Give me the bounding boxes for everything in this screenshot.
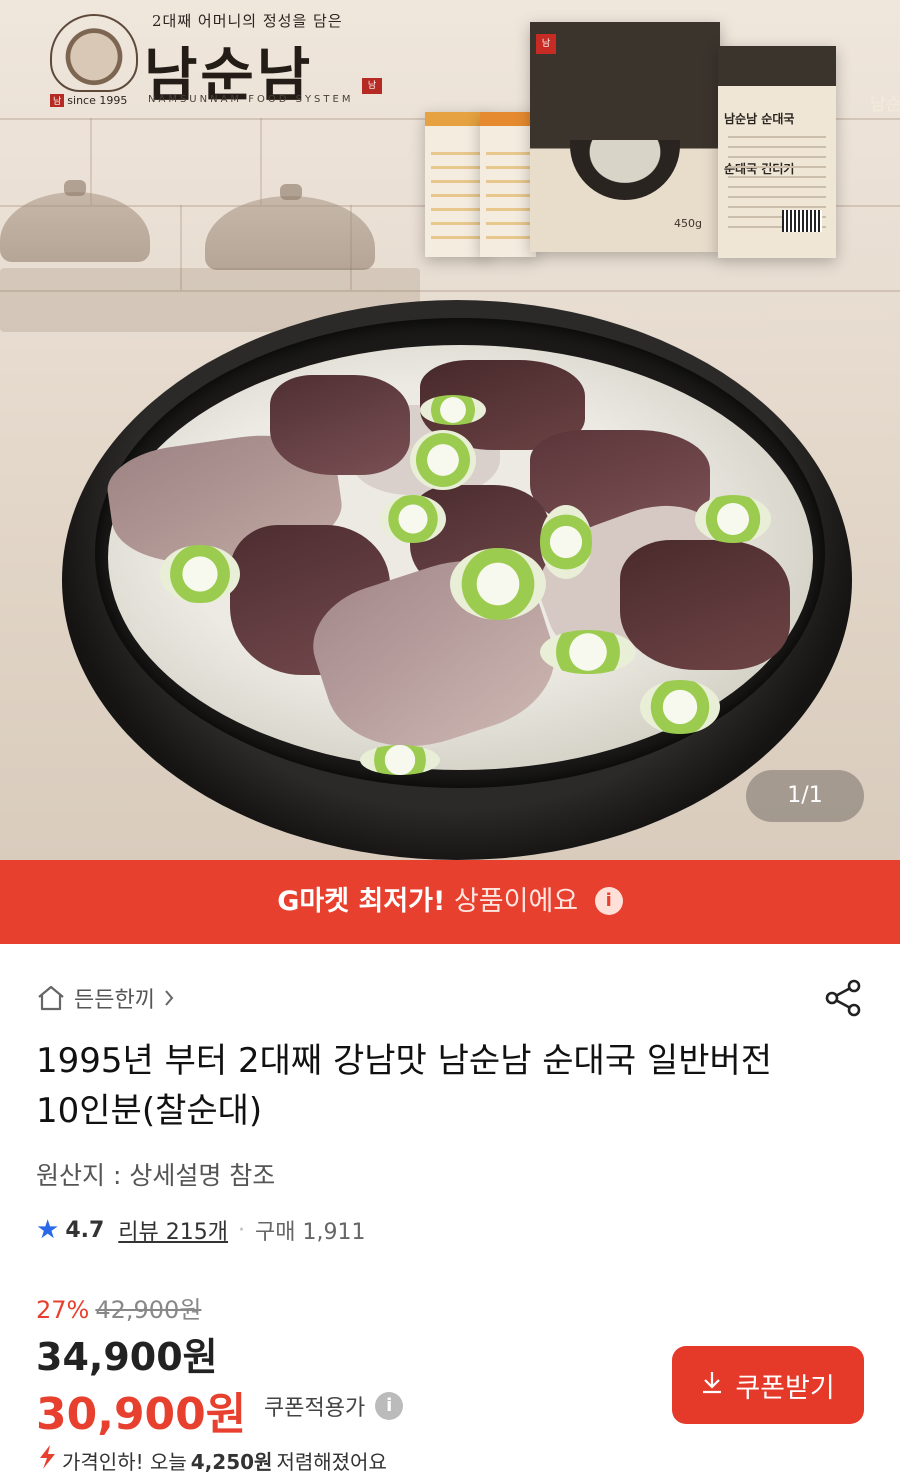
rating-row: ★ 4.7 리뷰 215개 · 구매 1,911 — [36, 1214, 365, 1246]
purchase-count: 구매 1,911 — [255, 1220, 366, 1245]
get-coupon-button[interactable]: 쿠폰받기 — [672, 1346, 864, 1424]
soup-green-onion — [540, 630, 636, 674]
brand-logo: 2대째 어머니의 정성을 담은 남순남 NAMSUNNAM FOOD SYSTE… — [40, 6, 382, 109]
price-drop-notice: 가격인하! 오늘 4,250원 저렴해졌어요 — [36, 1444, 387, 1476]
lowest-price-banner[interactable]: G마켓 최저가! 상품이에요 i — [0, 860, 900, 944]
brand-since-text: since 1995 — [67, 94, 128, 107]
soup-green-onion — [450, 548, 546, 620]
soup-green-onion — [360, 745, 440, 775]
promo-tail-text: 상품이에요 — [453, 886, 579, 917]
brand-mark: 남 — [50, 94, 65, 107]
down-arrow-icon — [36, 1444, 58, 1476]
chevron-right-icon — [163, 988, 175, 1008]
package-broth: 남 남순남 순대국 육수 450g — [530, 22, 900, 252]
package-seasoning-a — [425, 112, 487, 257]
separator-dot: · — [238, 1217, 246, 1243]
home-icon — [36, 984, 66, 1012]
package-weight: 450g — [674, 217, 702, 230]
product-origin: 원산지 : 상세설명 참조 — [36, 1161, 276, 1190]
info-icon[interactable]: i — [594, 886, 623, 915]
star-icon: ★ — [36, 1215, 60, 1245]
soup-sundae — [620, 540, 790, 670]
discount-percent: 27% — [36, 1296, 90, 1324]
price-drop-suffix: 저렴해졌어요 — [276, 1449, 387, 1474]
soup-green-onion — [695, 495, 771, 543]
image-counter: 1/1 — [746, 770, 864, 822]
promo-bold-text: G마켓 최저가! — [277, 886, 446, 917]
coupon-price-label-text: 쿠폰적용가 — [264, 1396, 366, 1421]
get-coupon-label: 쿠폰받기 — [735, 1372, 835, 1404]
breadcrumb[interactable]: 든든한끼 — [36, 982, 175, 1014]
product-title: 1995년 부터 2대째 강남맛 남순남 순대국 일반버전 10인분(찰순대) — [36, 1041, 773, 1131]
product-image[interactable]: 2대째 어머니의 정성을 담은 남순남 NAMSUNNAM FOOD SYSTE… — [0, 0, 900, 860]
soup-green-onion — [540, 505, 592, 579]
discount-row: 27% 42,900원 — [36, 1290, 201, 1325]
sale-price: 34,900원 — [36, 1335, 218, 1379]
soup-green-onion — [640, 680, 720, 734]
review-link[interactable]: 리뷰 215개 — [118, 1214, 228, 1246]
info-icon[interactable]: i — [375, 1392, 404, 1420]
package-ingredients: 남순남 순대국 순대국 건더기 — [718, 46, 836, 258]
share-icon[interactable] — [822, 976, 866, 1020]
package-bowl-illustration — [570, 140, 680, 200]
package-seasoning-b — [480, 112, 536, 257]
brand-subtitle: NAMSUNNAM FOOD SYSTEM — [148, 94, 354, 105]
soup-green-onion — [160, 545, 240, 603]
download-icon — [701, 1370, 723, 1401]
soup-sundae — [270, 375, 410, 475]
brand-corner-mark: 남 — [362, 78, 382, 94]
price-drop-prefix: 가격인하! 오늘 — [62, 1449, 187, 1474]
soup-green-onion — [410, 430, 476, 490]
package-badge: 남 — [536, 34, 556, 54]
brand-mascot-icon — [50, 14, 138, 92]
coupon-price-label: 쿠폰적용가 i — [264, 1390, 404, 1422]
breadcrumb-category[interactable]: 든든한끼 — [74, 982, 155, 1014]
soup-green-onion — [420, 395, 486, 425]
coupon-price: 30,900원 — [36, 1389, 247, 1440]
brand-since: 남 since 1995 — [50, 94, 127, 107]
soup-green-onion — [380, 495, 446, 543]
original-price: 42,900원 — [95, 1296, 202, 1324]
barcode-icon — [782, 210, 822, 232]
price-drop-amount: 4,250원 — [190, 1449, 273, 1474]
rating-score: 4.7 — [65, 1217, 105, 1243]
